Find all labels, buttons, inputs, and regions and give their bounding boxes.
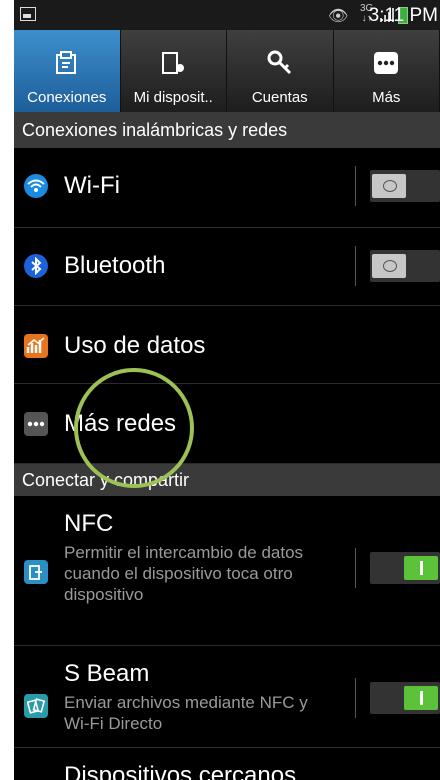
nfc-toggle[interactable] <box>355 548 440 588</box>
tab-mi-dispositivo[interactable]: Mi disposit.. <box>121 30 227 112</box>
section-header-connect: Conectar y compartir <box>14 464 440 496</box>
tab-conexiones[interactable]: Conexiones <box>14 30 121 112</box>
list-item-nfc[interactable]: NFC Permitir el intercambio de datos cua… <box>14 496 440 646</box>
wifi-toggle[interactable] <box>355 166 440 206</box>
clock: 3:11 PM <box>368 5 438 26</box>
phone-screen: 👁 3G ↓↑ 3:11 PM Conexiones Mi disposit.. <box>14 0 440 780</box>
toggle-knob <box>372 254 406 278</box>
nfc-label: NFC <box>64 510 114 537</box>
toggle-knob <box>404 556 438 580</box>
data-usage-icon <box>24 334 48 358</box>
tab-label: Mi disposit.. <box>133 89 213 106</box>
wifi-label: Wi-Fi <box>64 172 120 199</box>
s-beam-toggle[interactable] <box>355 678 440 718</box>
more-networks-icon <box>24 412 48 436</box>
settings-tabs: Conexiones Mi disposit.. Cuentas Más <box>14 30 440 112</box>
nfc-description: Permitir el intercambio de datos cuando … <box>64 543 304 604</box>
more-icon <box>372 49 400 77</box>
connections-icon <box>53 49 81 77</box>
bluetooth-label: Bluetooth <box>64 252 166 279</box>
list-item-nearby-devices[interactable]: Dispositivos cercanos <box>14 748 440 780</box>
tab-label: Conexiones <box>27 89 107 106</box>
tab-mas[interactable]: Más <box>334 30 440 112</box>
list-item-s-beam[interactable]: S Beam Enviar archivos mediante NFC y Wi… <box>14 646 440 748</box>
tab-cuentas[interactable]: Cuentas <box>227 30 334 112</box>
accounts-icon <box>266 49 294 77</box>
toggle-track <box>370 250 440 282</box>
toggle-track <box>370 170 440 202</box>
tab-label: Cuentas <box>251 89 308 106</box>
data-usage-label: Uso de datos <box>64 332 206 359</box>
nfc-icon <box>24 560 48 584</box>
status-bar: 👁 3G ↓↑ 3:11 PM <box>14 0 440 30</box>
bluetooth-icon <box>24 254 48 278</box>
list-item-wifi[interactable]: Wi-Fi <box>14 148 440 228</box>
bluetooth-toggle[interactable] <box>355 246 440 286</box>
list-item-data-usage[interactable]: Uso de datos <box>14 306 440 384</box>
toggle-knob <box>404 686 438 710</box>
section-header-wireless: Conexiones inalámbricas y redes <box>14 112 440 148</box>
s-beam-icon <box>24 694 48 718</box>
s-beam-label: S Beam <box>64 660 150 687</box>
highlight-circle <box>74 368 194 488</box>
toggle-track <box>370 682 440 714</box>
my-device-icon <box>159 49 187 77</box>
toggle-track <box>370 552 440 584</box>
nearby-devices-label: Dispositivos cercanos <box>64 762 297 780</box>
s-beam-description: Enviar archivos mediante NFC y Wi-Fi Dir… <box>64 693 308 733</box>
toggle-knob <box>372 174 406 198</box>
list-item-bluetooth[interactable]: Bluetooth <box>14 228 440 306</box>
tab-label: Más <box>372 89 401 106</box>
wifi-icon <box>24 174 48 198</box>
